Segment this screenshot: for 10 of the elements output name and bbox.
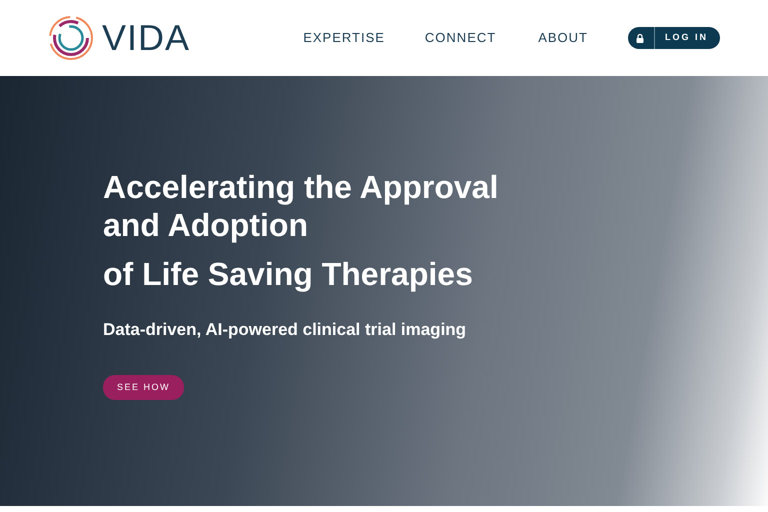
hero-subtitle: Data-driven, AI-powered clinical trial imaging xyxy=(103,319,468,342)
see-how-button[interactable]: SEE HOW xyxy=(103,374,184,400)
nav-link[interactable]: CONNECT xyxy=(424,28,496,48)
brand-name: VIDA xyxy=(102,16,190,60)
logo-icon xyxy=(48,15,94,61)
lock-icon xyxy=(636,34,644,42)
nav-link[interactable]: EXPERTISE xyxy=(303,28,385,48)
login-button[interactable]: LOG IN xyxy=(628,27,720,49)
hero-title: Accelerating the Approval and Adoption of Life Saving Therapies xyxy=(103,168,500,294)
nav-link[interactable]: ABOUT xyxy=(538,28,588,48)
